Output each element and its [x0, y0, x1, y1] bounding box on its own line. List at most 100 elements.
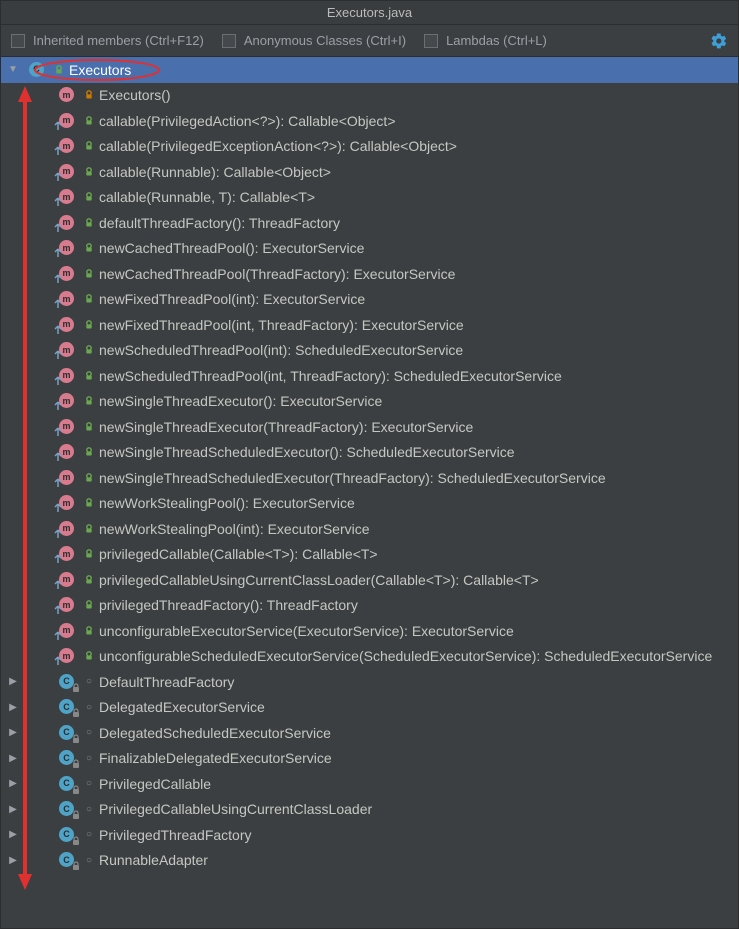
tree-member[interactable]: mnewSingleThreadExecutor(): ExecutorServ…	[1, 389, 738, 415]
static-overlay-icon	[53, 172, 63, 182]
tree-member[interactable]: mcallable(PrivilegedExceptionAction<?>):…	[1, 134, 738, 160]
tree-inner-class[interactable]: C○DefaultThreadFactory	[1, 669, 738, 695]
public-icon	[54, 65, 64, 75]
member-label: unconfigurableExecutorService(ExecutorSe…	[99, 623, 514, 639]
tree-member[interactable]: m newCachedThreadPool(ThreadFactory): Exe…	[1, 261, 738, 287]
class-icon: C	[59, 827, 77, 843]
expand-arrow-icon[interactable]	[7, 829, 19, 840]
public-icon	[84, 549, 94, 559]
method-icon: m	[59, 597, 77, 613]
public-icon	[84, 345, 94, 355]
static-overlay-icon	[53, 325, 63, 335]
package-icon: ○	[84, 804, 94, 815]
expand-arrow-icon[interactable]	[7, 753, 19, 764]
static-overlay-icon	[53, 197, 63, 207]
lambdas-toggle[interactable]: Lambdas (Ctrl+L)	[424, 33, 547, 48]
member-label: newSingleThreadExecutor(): ExecutorServi…	[99, 393, 382, 409]
method-icon: m	[59, 623, 77, 639]
member-label: defaultThreadFactory(): ThreadFactory	[99, 215, 340, 231]
static-overlay-icon	[53, 554, 63, 564]
member-label: callable(Runnable, T): Callable<T>	[99, 189, 315, 205]
public-icon	[84, 396, 94, 406]
tree-inner-class[interactable]: C ○ PrivilegedCallable	[1, 771, 738, 797]
tree-member[interactable]: mnewCachedThreadPool(): ExecutorService	[1, 236, 738, 262]
public-icon	[84, 498, 94, 508]
tree-member[interactable]: mnewFixedThreadPool(int, ThreadFactory):…	[1, 312, 738, 338]
lock-overlay-icon	[71, 836, 81, 846]
tree-member[interactable]: mcallable(PrivilegedAction<?>): Callable…	[1, 108, 738, 134]
tree-member[interactable]: m newScheduledThreadPool(int): ScheduledE…	[1, 338, 738, 364]
inner-class-label: FinalizableDelegatedExecutorService	[99, 750, 332, 766]
tree-inner-class[interactable]: C○PrivilegedThreadFactory	[1, 822, 738, 848]
lock-overlay-icon	[71, 683, 81, 693]
inherited-members-toggle[interactable]: Inherited members (Ctrl+F12)	[11, 33, 204, 48]
method-icon: m	[59, 521, 77, 537]
expand-arrow-icon[interactable]	[7, 778, 19, 789]
static-overlay-icon	[53, 401, 63, 411]
tree-inner-class[interactable]: C○RunnableAdapter	[1, 848, 738, 874]
tree-member[interactable]: mnewSingleThreadExecutor(ThreadFactory):…	[1, 414, 738, 440]
tree-inner-class[interactable]: C○DelegatedExecutorService	[1, 695, 738, 721]
static-overlay-icon	[53, 605, 63, 615]
tree-member[interactable]: mdefaultThreadFactory(): ThreadFactory	[1, 210, 738, 236]
structure-tree[interactable]: C Executors mExecutors()mcallable(Privil…	[1, 57, 738, 928]
tree-member[interactable]: mprivilegedCallable(Callable<T>): Callab…	[1, 542, 738, 568]
member-label: newCachedThreadPool(ThreadFactory): Exec…	[99, 266, 455, 282]
tree-member[interactable]: mnewFixedThreadPool(int): ExecutorServic…	[1, 287, 738, 313]
package-icon: ○	[84, 702, 94, 713]
method-icon: m	[59, 138, 77, 154]
tree-member[interactable]: mnewWorkStealingPool(): ExecutorService	[1, 491, 738, 517]
expand-arrow-icon[interactable]	[7, 64, 19, 75]
method-icon: m	[59, 113, 77, 129]
expand-arrow-icon[interactable]	[7, 804, 19, 815]
lock-overlay-icon	[71, 785, 81, 795]
member-label: newSingleThreadScheduledExecutor(): Sche…	[99, 444, 515, 460]
member-label: newScheduledThreadPool(int): ScheduledEx…	[99, 342, 463, 358]
member-label: newSingleThreadScheduledExecutor(ThreadF…	[99, 470, 606, 486]
tree-member[interactable]: mprivilegedThreadFactory(): ThreadFactor…	[1, 593, 738, 619]
settings-button[interactable]	[710, 32, 728, 50]
method-icon: m	[59, 266, 77, 282]
public-icon	[84, 651, 94, 661]
tree-member[interactable]: m newSingleThreadScheduledExecutor(): Sch…	[1, 440, 738, 466]
expand-arrow-icon[interactable]	[7, 702, 19, 713]
tree-member[interactable]: m unconfigurableExecutorService(ExecutorS…	[1, 618, 738, 644]
static-overlay-icon	[53, 274, 63, 284]
member-label: newWorkStealingPool(int): ExecutorServic…	[99, 521, 370, 537]
expand-arrow-icon[interactable]	[7, 855, 19, 866]
static-overlay-icon	[53, 427, 63, 437]
inner-class-label: PrivilegedCallable	[99, 776, 211, 792]
tree-inner-class[interactable]: C○FinalizableDelegatedExecutorService	[1, 746, 738, 772]
expand-arrow-icon[interactable]	[7, 676, 19, 687]
anonymous-classes-toggle[interactable]: Anonymous Classes (Ctrl+I)	[222, 33, 406, 48]
public-icon	[84, 192, 94, 202]
inner-class-label: PrivilegedThreadFactory	[99, 827, 252, 843]
package-icon: ○	[84, 778, 94, 789]
public-icon	[84, 320, 94, 330]
public-icon	[84, 524, 94, 534]
static-overlay-icon	[53, 121, 63, 131]
inner-class-label: PrivilegedCallableUsingCurrentClassLoade…	[99, 801, 372, 817]
tree-member[interactable]: mExecutors()	[1, 83, 738, 109]
tree-member[interactable]: mnewSingleThreadScheduledExecutor(Thread…	[1, 465, 738, 491]
tree-inner-class[interactable]: C○DelegatedScheduledExecutorService	[1, 720, 738, 746]
lambdas-label: Lambdas (Ctrl+L)	[446, 33, 547, 48]
class-icon: C	[59, 776, 77, 792]
tree-member[interactable]: mcallable(Runnable): Callable<Object>	[1, 159, 738, 185]
tree-inner-class[interactable]: C○PrivilegedCallableUsingCurrentClassLoa…	[1, 797, 738, 823]
tree-root-executors[interactable]: C Executors	[1, 57, 738, 83]
class-icon: C	[59, 852, 77, 868]
tree-member[interactable]: mprivilegedCallableUsingCurrentClassLoad…	[1, 567, 738, 593]
class-icon: C	[29, 62, 47, 78]
static-overlay-icon	[53, 248, 63, 258]
method-icon: m	[59, 444, 77, 460]
method-icon: m	[59, 342, 77, 358]
tree-member[interactable]: mcallable(Runnable, T): Callable<T>	[1, 185, 738, 211]
tree-member[interactable]: m newWorkStealingPool(int): ExecutorServi…	[1, 516, 738, 542]
member-label: newFixedThreadPool(int, ThreadFactory): …	[99, 317, 464, 333]
tree-member[interactable]: munconfigurableScheduledExecutorService(…	[1, 644, 738, 670]
static-overlay-icon	[53, 580, 63, 590]
public-icon	[84, 371, 94, 381]
tree-member[interactable]: mnewScheduledThreadPool(int, ThreadFacto…	[1, 363, 738, 389]
expand-arrow-icon[interactable]	[7, 727, 19, 738]
